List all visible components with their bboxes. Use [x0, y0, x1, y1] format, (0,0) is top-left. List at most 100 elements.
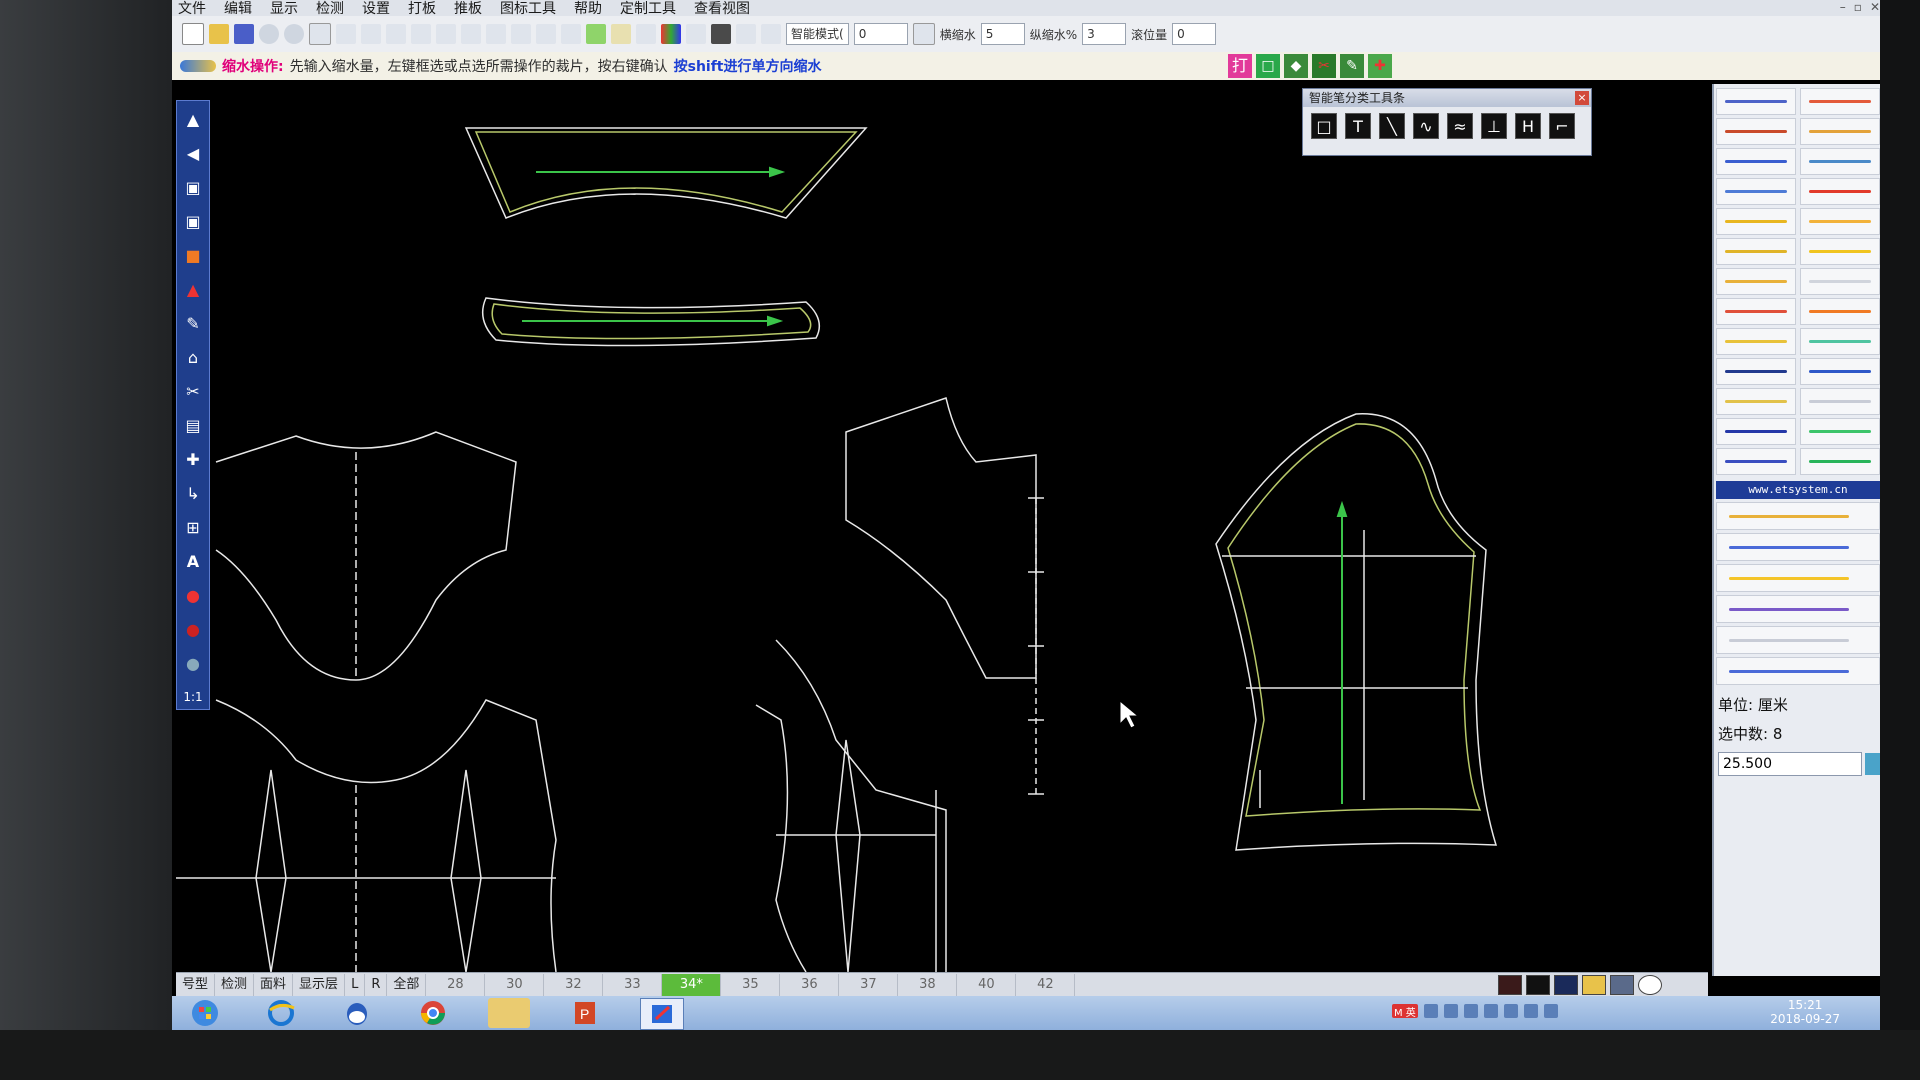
pattern-tool-wide-button[interactable]	[1716, 626, 1880, 654]
tab-size-model[interactable]: 号型	[176, 974, 216, 996]
mark-tool-icon[interactable]: ●	[182, 583, 204, 607]
fold-view-icon[interactable]	[1554, 975, 1578, 995]
smart-pen-panel-title[interactable]: 智能笔分类工具条 ×	[1303, 89, 1591, 107]
ruler-icon[interactable]	[636, 24, 656, 44]
pen-icon[interactable]	[586, 24, 606, 44]
pattern-tool-button[interactable]	[1716, 178, 1796, 205]
pattern-tool-button[interactable]	[1800, 358, 1880, 385]
mode-value-field[interactable]: 0	[853, 23, 908, 45]
text-tool-icon[interactable]: A	[182, 549, 204, 573]
roll-amount-field[interactable]: 0	[1172, 23, 1217, 45]
frame-tool-icon[interactable]: ▣	[182, 209, 204, 233]
perpendicular-icon[interactable]: ⊥	[1481, 113, 1507, 139]
piece-view-icon[interactable]	[1498, 975, 1522, 995]
corner-icon[interactable]: ⌐	[1549, 113, 1575, 139]
pattern-tool-wide-button[interactable]	[1716, 502, 1880, 530]
mirror-icon[interactable]	[536, 24, 556, 44]
size-34-active[interactable]: 34*	[662, 974, 722, 996]
file-explorer-icon[interactable]	[488, 998, 530, 1028]
pattern-tool-wide-button[interactable]	[1716, 533, 1880, 561]
curve-icon[interactable]: ∿	[1413, 113, 1439, 139]
size-38[interactable]: 38	[898, 974, 958, 996]
tray-icon[interactable]	[1463, 1004, 1478, 1018]
pattern-tool-button[interactable]	[1800, 178, 1880, 205]
cad-app-icon[interactable]	[640, 998, 684, 1030]
pattern-tool-wide-button[interactable]	[1716, 657, 1880, 685]
pattern-tool-button[interactable]	[1800, 388, 1880, 415]
pan-icon[interactable]	[336, 24, 356, 44]
tab-display-layer[interactable]: 显示层	[293, 974, 346, 996]
pattern-tool-button[interactable]	[1716, 88, 1796, 115]
pattern-tool-button[interactable]	[1800, 418, 1880, 445]
cut-tool-icon[interactable]: ✂	[182, 379, 204, 403]
pattern-tool-button[interactable]	[1716, 388, 1796, 415]
sample-icon[interactable]	[711, 24, 731, 44]
pattern-tool-button[interactable]	[1716, 148, 1796, 175]
start-button-icon[interactable]	[184, 998, 226, 1028]
add-button[interactable]: ✚	[1368, 54, 1392, 78]
rectangle-icon[interactable]: □	[1311, 113, 1337, 139]
pattern-tool-button[interactable]	[1800, 238, 1880, 265]
tray-icon[interactable]	[1443, 1004, 1458, 1018]
tray-icon[interactable]	[1423, 1004, 1438, 1018]
pattern-tool-button[interactable]	[1716, 238, 1796, 265]
cut-button[interactable]: ✂	[1312, 54, 1336, 78]
piece-tool-icon[interactable]: ▲	[182, 277, 204, 301]
pattern-drawing[interactable]	[176, 80, 1708, 973]
color-palette-icon[interactable]	[661, 24, 681, 44]
move-icon[interactable]	[461, 24, 481, 44]
tray-icon[interactable]	[1503, 1004, 1518, 1018]
mode-select[interactable]: 智能模式(	[786, 23, 849, 45]
actual-size-button[interactable]: 1:1	[182, 685, 204, 709]
new-file-icon[interactable]	[182, 23, 204, 45]
corner-tool-icon[interactable]: ↳	[182, 481, 204, 505]
tray-icon[interactable]	[1483, 1004, 1498, 1018]
volume-icon[interactable]	[1543, 1004, 1558, 1018]
vertical-shrink-field[interactable]: 3	[1082, 23, 1127, 45]
size-30[interactable]: 30	[485, 974, 545, 996]
calc-icon[interactable]	[736, 24, 756, 44]
cross-view-icon[interactable]	[1610, 975, 1634, 995]
zoom-fit-icon[interactable]	[309, 23, 331, 45]
add-tool-icon[interactable]: ✚	[182, 447, 204, 471]
pattern-tool-button[interactable]	[1716, 448, 1796, 475]
size-33[interactable]: 33	[603, 974, 663, 996]
pattern-tool-button[interactable]	[1716, 118, 1796, 145]
zoom-window-icon[interactable]	[361, 24, 381, 44]
tab-left[interactable]: L	[345, 974, 366, 996]
layer-tool-icon[interactable]: ▤	[182, 413, 204, 437]
edit-tool-icon[interactable]: ✎	[182, 311, 204, 335]
redo-icon[interactable]	[411, 24, 431, 44]
pattern-tool-button[interactable]	[1716, 328, 1796, 355]
pattern-tool-button[interactable]	[1800, 268, 1880, 295]
settings-icon[interactable]	[761, 24, 781, 44]
grade-view-icon[interactable]	[1526, 975, 1550, 995]
smart-pen-tool-icon[interactable]: ▲	[182, 107, 204, 131]
size-36[interactable]: 36	[780, 974, 840, 996]
size-37[interactable]: 37	[839, 974, 899, 996]
size-32[interactable]: 32	[544, 974, 604, 996]
rotate-icon[interactable]	[511, 24, 531, 44]
double-curve-icon[interactable]: ≈	[1447, 113, 1473, 139]
close-button[interactable]: ✕	[1870, 0, 1880, 14]
save-icon[interactable]	[234, 24, 254, 44]
size-40[interactable]: 40	[957, 974, 1017, 996]
line-icon[interactable]: ╲	[1379, 113, 1405, 139]
tab-right[interactable]: R	[365, 974, 388, 996]
drawing-canvas[interactable]	[176, 80, 1708, 973]
point-button[interactable]: ◆	[1284, 54, 1308, 78]
qq-icon[interactable]	[336, 998, 378, 1028]
select-tool-icon[interactable]: ◀	[182, 141, 204, 165]
pattern-tool-button[interactable]	[1716, 418, 1796, 445]
select-icon[interactable]	[436, 24, 456, 44]
h-line-icon[interactable]: H	[1515, 113, 1541, 139]
pattern-tool-button[interactable]	[1716, 298, 1796, 325]
calculator-icon[interactable]	[1865, 753, 1880, 775]
network-icon[interactable]	[1523, 1004, 1538, 1018]
zoom-out-icon[interactable]	[259, 24, 279, 44]
rectangle-tool-icon[interactable]: ▣	[182, 175, 204, 199]
shrink-icon[interactable]	[912, 23, 935, 45]
powerpoint-icon[interactable]: P	[564, 998, 606, 1028]
edit-button[interactable]: ✎	[1340, 54, 1364, 78]
maximize-button[interactable]: ▫	[1854, 0, 1862, 14]
